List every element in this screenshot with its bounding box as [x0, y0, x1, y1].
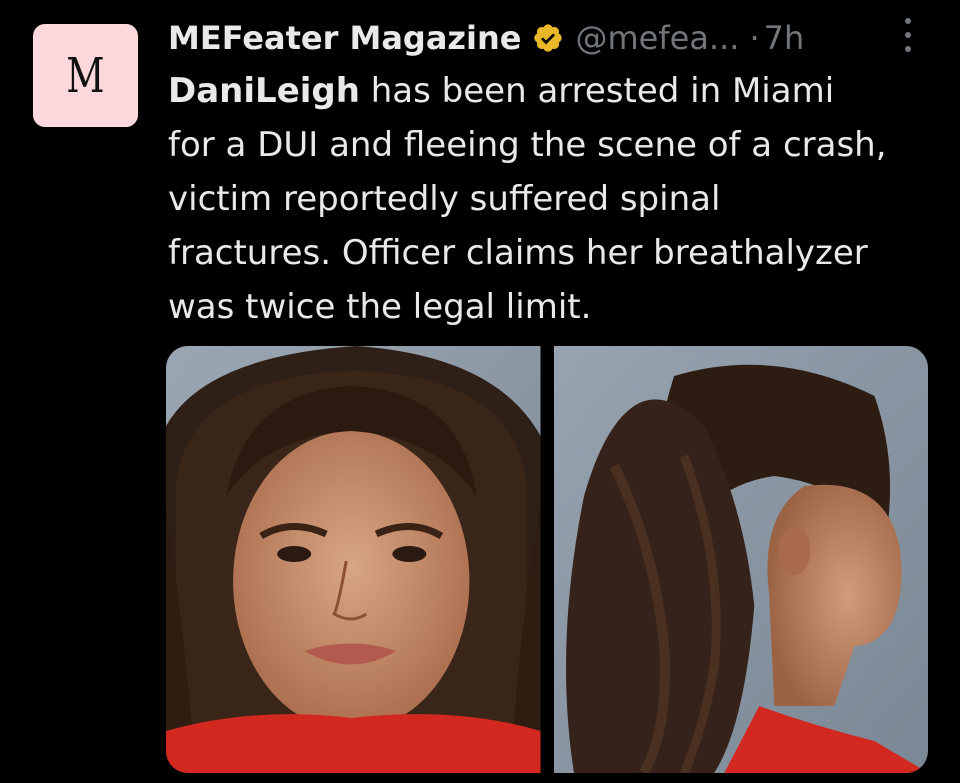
mugshot-profile-photo[interactable]	[553, 346, 928, 773]
tweet-text-segment: victim reportedly suffered spinal	[168, 179, 721, 219]
tweet-text-segment: fractures. Officer claims her breathalyz…	[168, 233, 868, 273]
mention-name: DaniLeigh	[168, 71, 360, 111]
tweet-text-line: fractures. Officer claims her breathalyz…	[168, 226, 938, 280]
tweet-text-segment: has been arrested in Miami	[359, 71, 835, 111]
timestamp[interactable]: 7h	[764, 19, 805, 57]
mugshot-front-photo[interactable]	[166, 346, 541, 773]
verified-badge-icon[interactable]	[532, 22, 564, 54]
more-options-icon[interactable]	[902, 18, 914, 52]
handle[interactable]: @mefea...	[576, 19, 740, 57]
tweet-text-line: was twice the legal limit.	[168, 280, 938, 334]
mugshot-profile-image	[553, 346, 928, 773]
tweet-text-line: victim reportedly suffered spinal	[168, 172, 938, 226]
tweet-media	[166, 346, 928, 773]
tweet-text: DaniLeigh has been arrested in Miami for…	[168, 64, 938, 334]
tweet-header: MEFeater Magazine @mefea... · 7h	[168, 16, 920, 60]
tweet-text-segment: for a DUI and fleeing the scene of a cra…	[168, 125, 887, 165]
avatar-logo-letter: M	[66, 47, 105, 104]
tweet-text-segment: was twice the legal limit.	[168, 287, 592, 327]
tweet-text-line: DaniLeigh has been arrested in Miami	[168, 64, 938, 118]
separator-dot: ·	[749, 19, 760, 57]
display-name[interactable]: MEFeater Magazine	[168, 19, 522, 57]
mugshot-front-image	[166, 346, 541, 773]
tweet-text-line: for a DUI and fleeing the scene of a cra…	[168, 118, 938, 172]
avatar[interactable]: M	[33, 24, 138, 127]
